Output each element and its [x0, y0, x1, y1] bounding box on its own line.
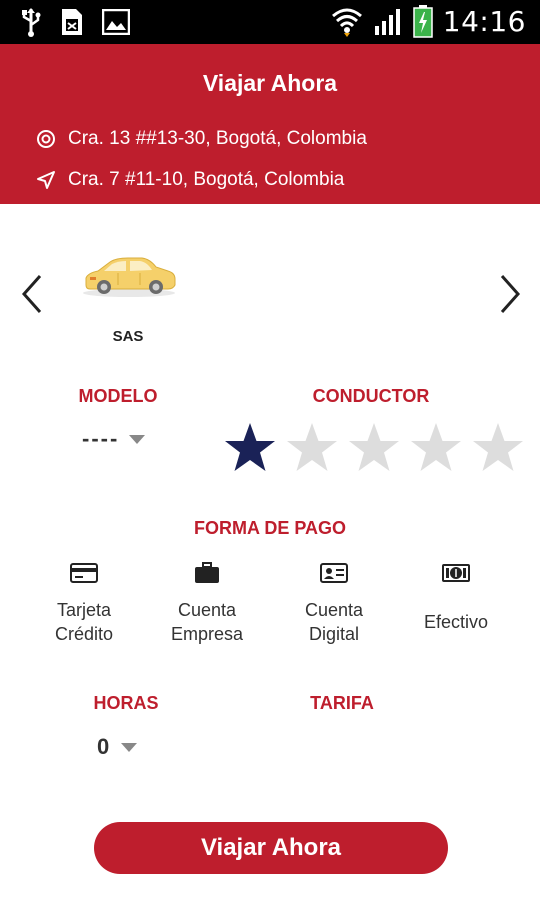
image-icon [102, 9, 130, 35]
status-time: 14:16 [442, 4, 526, 38]
star-5-icon[interactable] [470, 420, 526, 476]
payment-option-cuenta-digital[interactable]: Cuenta Digital [274, 562, 394, 646]
dropdown-caret-icon [129, 434, 146, 444]
tarifa-label: TARIFA [310, 693, 374, 713]
usb-icon [22, 8, 41, 37]
forma-de-pago-label: FORMA DE PAGO [194, 518, 346, 538]
briefcase-icon [195, 562, 219, 583]
destination-address: Cra. 7 #11-10, Bogotá, Colombia [68, 169, 345, 190]
star-1-icon[interactable] [222, 420, 278, 476]
cash-icon [442, 564, 470, 582]
wifi-icon [331, 8, 362, 37]
horas-label: HORAS [93, 693, 159, 713]
origin-address-row[interactable]: Cra. 13 ##13-30, Bogotá, Colombia [36, 128, 367, 150]
payment-option-label: Cuenta Digital [304, 600, 364, 644]
next-vehicle-button[interactable] [490, 272, 530, 316]
dropdown-caret-icon [121, 742, 138, 752]
viajar-ahora-button[interactable]: Viajar Ahora [94, 822, 448, 874]
header: Viajar Ahora Cra. 13 ##13-30, Bogotá, Co… [0, 44, 540, 204]
destination-address-row[interactable]: Cra. 7 #11-10, Bogotá, Colombia [36, 169, 344, 191]
star-4-icon[interactable] [408, 420, 464, 476]
modelo-value: ---- [82, 426, 120, 451]
taxi-car-icon[interactable] [80, 255, 178, 299]
star-3-icon[interactable] [346, 420, 402, 476]
payment-option-tarjeta-credito[interactable]: Tarjeta Crédito [24, 562, 144, 646]
horas-dropdown[interactable]: 0 [97, 734, 138, 760]
conductor-label: CONDUCTOR [312, 386, 430, 406]
payment-option-efectivo[interactable]: Efectivo [396, 562, 516, 634]
star-2-icon[interactable] [284, 420, 340, 476]
conductor-rating[interactable] [222, 420, 526, 476]
id-card-icon [320, 563, 348, 583]
payment-option-label: Cuenta Empresa [170, 600, 244, 644]
modelo-label: MODELO [78, 386, 158, 406]
status-bar: 14:16 [0, 0, 540, 44]
credit-card-icon [70, 563, 98, 583]
vehicle-type-label: SAS [112, 328, 144, 345]
battery-icon [413, 5, 433, 38]
navigation-arrow-icon [37, 171, 55, 189]
horas-value: 0 [97, 734, 112, 759]
sim-card-icon [62, 9, 82, 35]
payment-option-label: Efectivo [423, 612, 489, 632]
target-icon [37, 130, 55, 148]
payment-option-cuenta-empresa[interactable]: Cuenta Empresa [147, 562, 267, 646]
modelo-dropdown[interactable]: ---- [82, 426, 146, 452]
previous-vehicle-button[interactable] [12, 272, 52, 316]
chevron-left-icon [21, 275, 42, 313]
origin-address: Cra. 13 ##13-30, Bogotá, Colombia [68, 128, 367, 149]
page-title: Viajar Ahora [202, 70, 338, 96]
signal-icon [374, 9, 400, 35]
chevron-right-icon [500, 275, 521, 313]
payment-option-label: Tarjeta Crédito [54, 600, 114, 644]
